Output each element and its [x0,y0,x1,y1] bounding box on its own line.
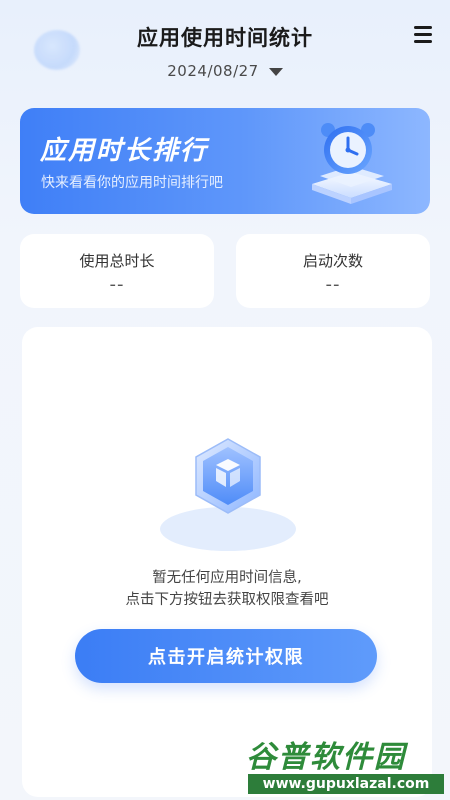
stat-label: 使用总时长 [79,252,155,270]
watermark-name: 谷普软件园 [246,740,406,775]
watermark-url: www.gupuxlazal.com [248,774,444,794]
stat-value: -- [325,274,341,295]
empty-state-line1: 暂无任何应用时间信息, [152,570,302,586]
enable-stats-permission-button[interactable]: 点击开启统计权限 [75,629,377,683]
date-selector[interactable]: 2024/08/27 [0,62,450,80]
ranking-banner[interactable]: 应用时长排行 快来看看你的应用时间排行吧 [20,108,430,214]
stat-label: 启动次数 [302,252,363,270]
banner-subtitle: 快来看看你的应用时间排行吧 [41,175,223,191]
stat-card-launch-count: 启动次数 -- [236,234,430,308]
caret-down-icon [268,67,283,76]
page-title: 应用使用时间统计 [137,26,313,50]
cube-box-icon [160,438,296,551]
header: 应用使用时间统计 2024/08/27 [0,0,450,100]
menu-icon[interactable] [414,26,432,43]
alarm-clock-icon [312,123,392,204]
empty-state-line2: 点击下方按钮去获取权限查看吧 [125,592,329,608]
date-label: 2024/08/27 [167,62,259,80]
watermark-logo: 谷普软件园 www.gupuxlazal.com [246,732,446,796]
app-usage-panel: 暂无任何应用时间信息, 点击下方按钮去获取权限查看吧 点击开启统计权限 [22,327,432,797]
banner-title: 应用时长排行 [40,136,209,166]
stat-card-total-duration: 使用总时长 -- [20,234,214,308]
empty-state-message: 暂无任何应用时间信息, 点击下方按钮去获取权限查看吧 [22,567,432,611]
stat-value: -- [109,274,125,295]
